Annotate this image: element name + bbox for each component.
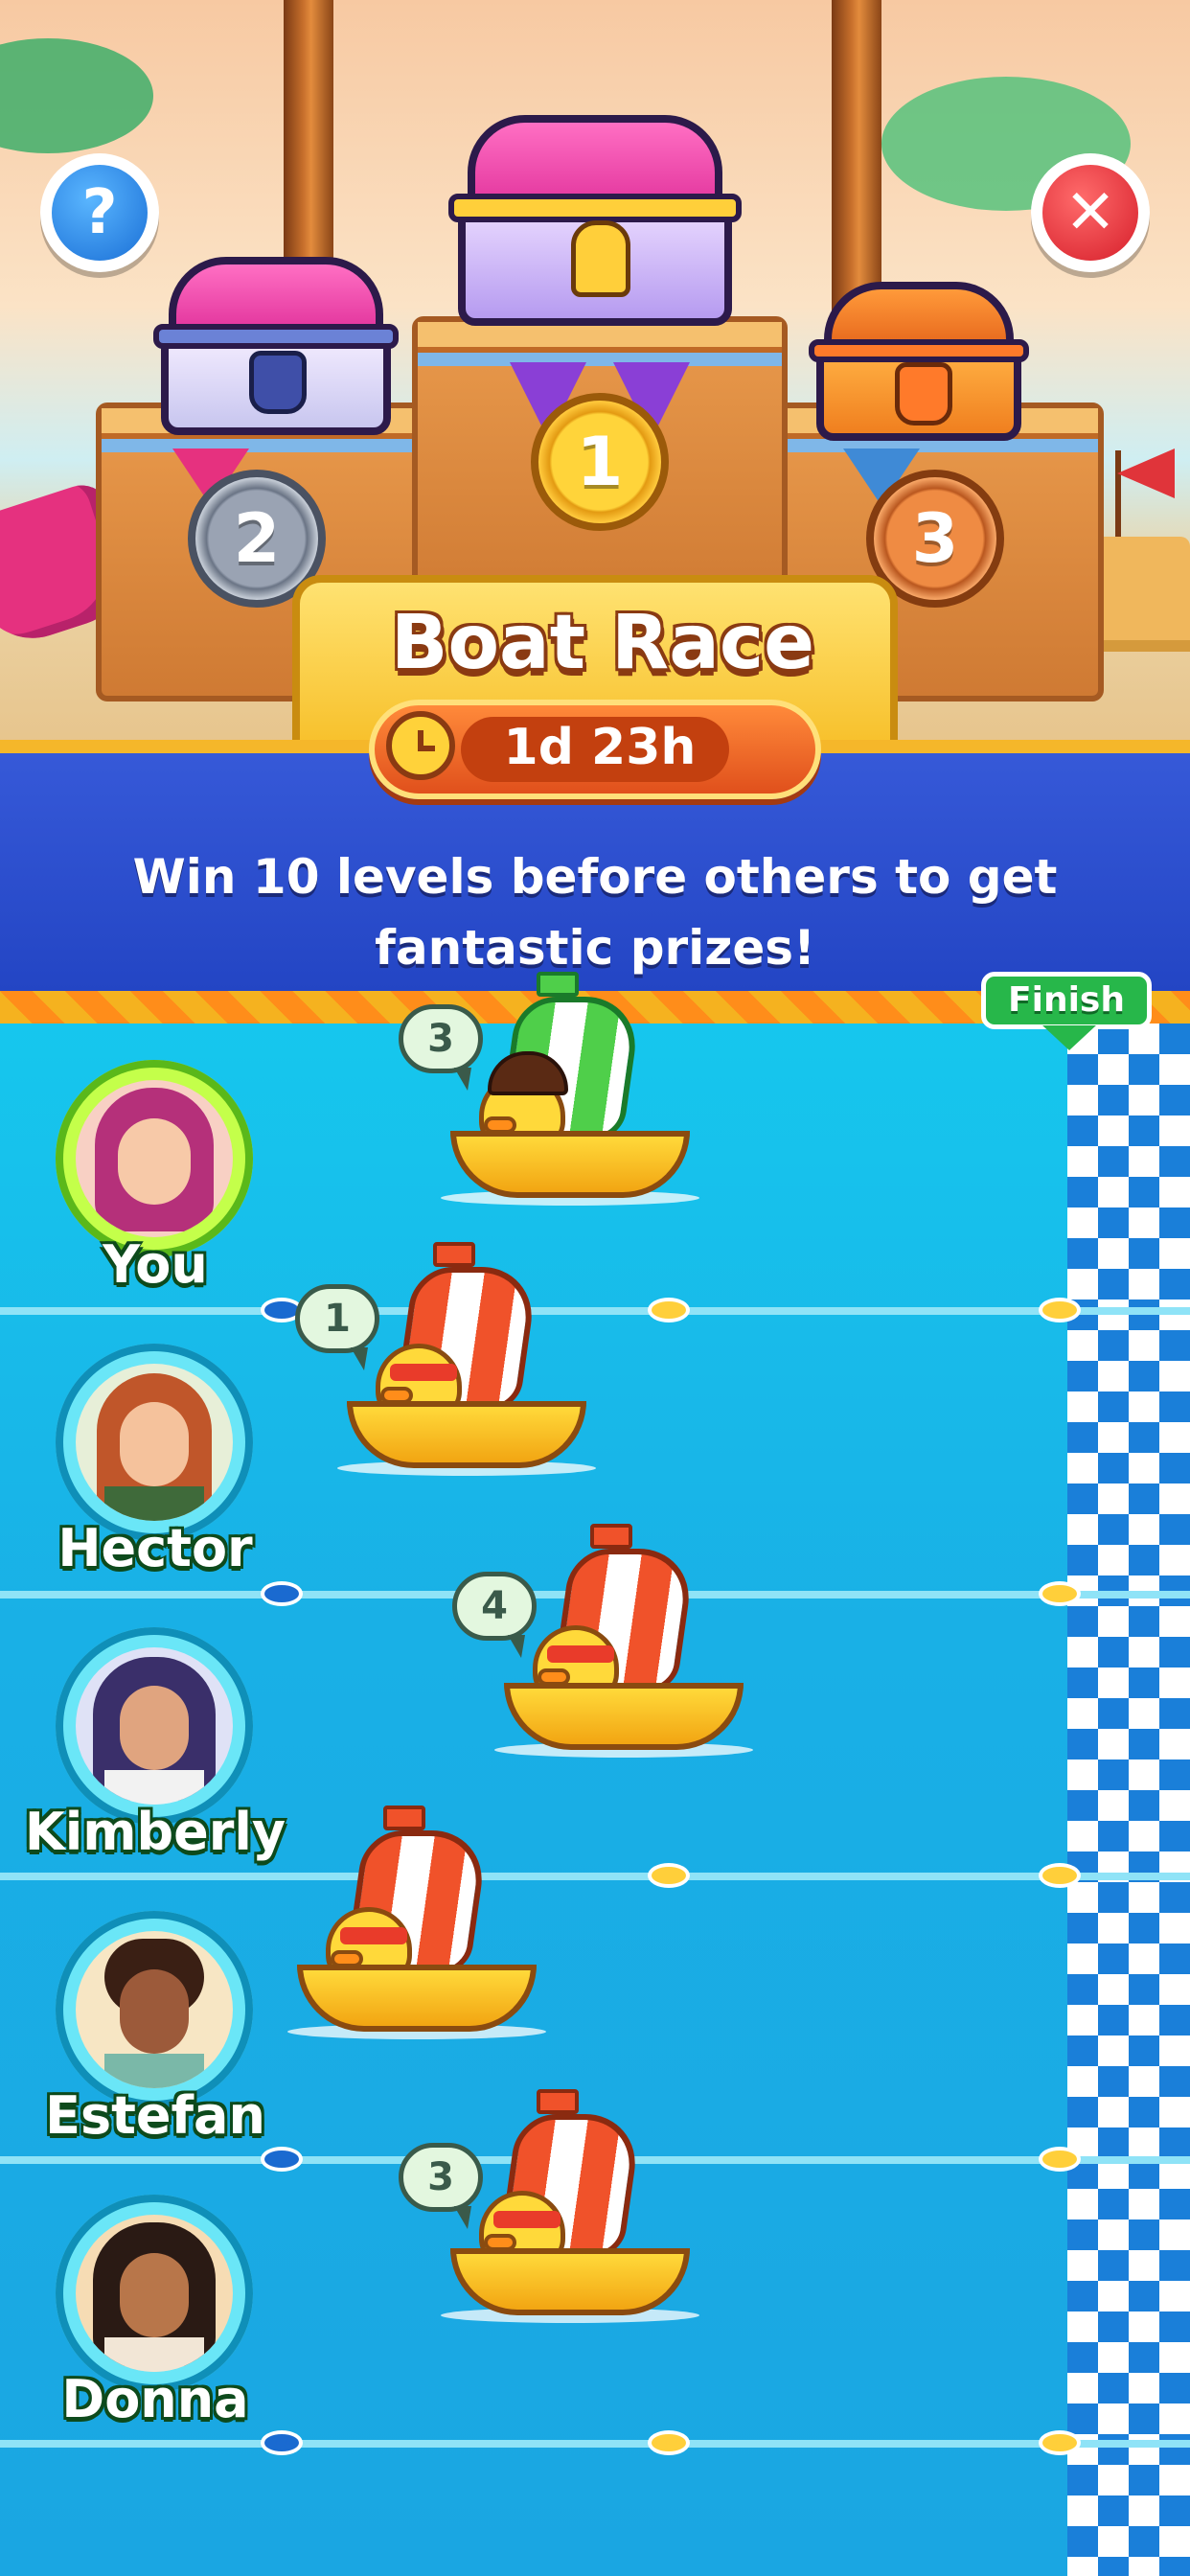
page-title: Boat Race — [391, 600, 814, 686]
player-boat — [287, 1802, 546, 2051]
lane-buoy — [261, 2147, 303, 2172]
player-avatar[interactable] — [56, 1344, 253, 1541]
avatar-icon — [76, 1647, 233, 1805]
countdown-timer: 1d 23h — [369, 700, 821, 799]
player-boat — [441, 968, 699, 1217]
finish-arrow-icon — [1042, 1025, 1096, 1050]
player-avatar[interactable] — [56, 1627, 253, 1825]
avatar-icon — [76, 1080, 233, 1237]
player-name: Estefan — [45, 2085, 265, 2146]
score-bubble: 3 — [399, 2143, 483, 2212]
lane-divider — [0, 1307, 1190, 1315]
player-boat — [441, 2085, 699, 2334]
lane-buoy — [261, 1581, 303, 1606]
player-name: Hector — [57, 1518, 253, 1578]
lane-divider — [0, 2440, 1190, 2448]
score-bubble: 4 — [452, 1572, 537, 1641]
close-button[interactable]: ✕ — [1031, 153, 1150, 272]
player-boat — [494, 1520, 753, 1769]
player-boat — [337, 1238, 596, 1487]
lane-buoy — [648, 1298, 690, 1322]
timer-icon — [386, 711, 455, 780]
avatar-icon — [76, 1364, 233, 1521]
score-bubble: 3 — [399, 1004, 483, 1073]
help-icon: ? — [52, 165, 148, 261]
avatar-icon — [76, 1931, 233, 2088]
help-button[interactable]: ? — [40, 153, 159, 272]
lane-buoy — [1039, 1581, 1081, 1606]
lane-divider — [0, 1873, 1190, 1880]
lane-buoy — [1039, 1863, 1081, 1888]
silver-chest-icon — [153, 247, 399, 435]
finish-banner: Finish — [981, 972, 1152, 1029]
finish-label: Finish — [1008, 980, 1125, 1020]
lane-buoy — [1039, 2430, 1081, 2455]
race-description: Win 10 levels before others to get fanta… — [132, 849, 1058, 976]
lane-buoy — [648, 2430, 690, 2455]
finish-line — [1067, 1024, 1190, 2576]
player-avatar[interactable] — [56, 1911, 253, 2108]
palm-leaves-left — [0, 38, 153, 153]
red-flag-icon — [1117, 448, 1175, 498]
lane-buoy — [1039, 2147, 1081, 2172]
player-avatar[interactable] — [56, 2195, 253, 2392]
close-icon: ✕ — [1042, 165, 1138, 261]
lane-buoy — [1039, 1298, 1081, 1322]
gold-chest-icon — [448, 86, 742, 326]
avatar-icon — [76, 2215, 233, 2372]
header-scene: 1 2 3 ? ✕ Boat Race — [0, 0, 1190, 767]
player-name: You — [103, 1234, 208, 1295]
lane-buoy — [261, 2430, 303, 2455]
lane-buoy — [648, 1863, 690, 1888]
player-avatar[interactable] — [56, 1060, 253, 1257]
score-bubble: 1 — [295, 1284, 379, 1353]
player-name: Kimberly — [24, 1802, 286, 1862]
timer-text: 1d 23h — [503, 719, 697, 776]
player-name: Donna — [61, 2369, 249, 2429]
bronze-chest-icon — [809, 272, 1029, 441]
first-place-medal: 1 — [531, 393, 669, 531]
